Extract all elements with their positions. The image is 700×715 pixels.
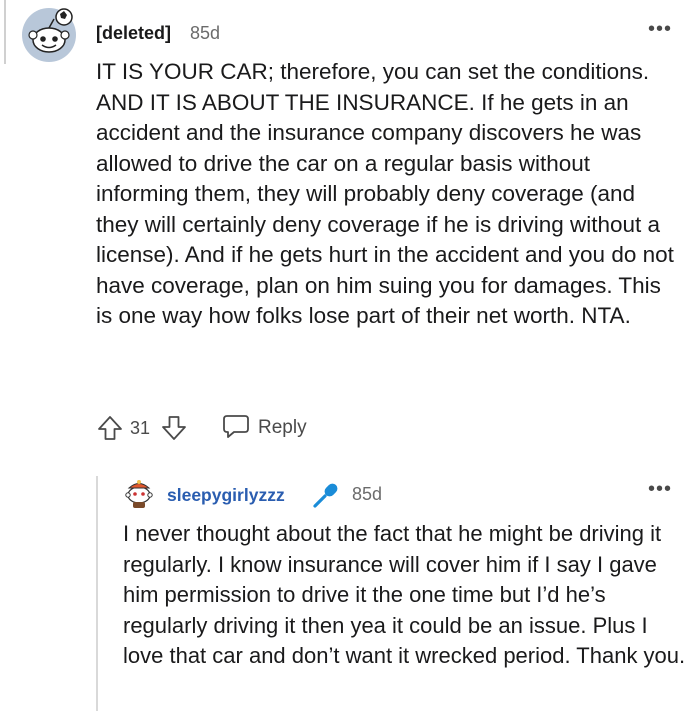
- reply-age: 85d: [352, 484, 383, 504]
- reply-button[interactable]: Reply: [222, 414, 307, 442]
- vote-score: 31: [130, 418, 151, 438]
- snoo-avatar-icon[interactable]: [20, 6, 78, 64]
- more-options-icon[interactable]: •••: [648, 479, 672, 499]
- comment: [deleted] 85d ••• IT IS YOUR CAR; theref…: [0, 0, 700, 460]
- upvote-arrow-icon[interactable]: [96, 414, 124, 442]
- user-avatar-icon[interactable]: [123, 478, 155, 510]
- reply-bubble-icon: [222, 413, 250, 444]
- more-options-icon[interactable]: •••: [648, 19, 672, 39]
- reply-author[interactable]: sleepygirlyzzz: [167, 485, 285, 506]
- reply-body: I never thought about the fact that he m…: [123, 521, 686, 668]
- comment-age: 85d: [190, 23, 221, 43]
- reply-label: Reply: [258, 417, 307, 438]
- comment-author[interactable]: [deleted]: [96, 23, 171, 44]
- microphone-icon: [311, 480, 341, 510]
- downvote-arrow-icon[interactable]: [160, 414, 188, 442]
- reply-comment: sleepygirlyzzz 85d ••• I never thought a…: [0, 460, 700, 715]
- comment-body: IT IS YOUR CAR; therefore, you can set t…: [96, 59, 674, 328]
